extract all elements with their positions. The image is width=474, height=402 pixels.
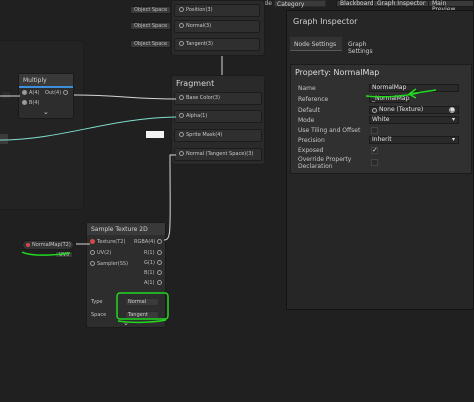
white-swatch[interactable]: [146, 131, 164, 138]
sample-space-dropdown[interactable]: Tangent: [125, 311, 159, 319]
sample-input-texture[interactable]: Texture(T2): [90, 239, 125, 246]
override-declaration-label-2: Declaration: [298, 163, 333, 170]
sample-input-uv[interactable]: UV(2): [90, 250, 111, 257]
port-icon[interactable]: [179, 95, 184, 100]
fragment-title: Fragment: [176, 79, 215, 88]
color-mode-dropdown[interactable]: Category: [274, 0, 326, 8]
port-icon[interactable]: [26, 242, 30, 247]
sample-texture-2d-node[interactable]: Sample Texture 2D Texture(T2) UV(2) Samp…: [86, 222, 166, 328]
reference-label: Reference: [298, 96, 329, 103]
port-icon[interactable]: [90, 250, 95, 255]
node-title: Multiply: [19, 74, 73, 86]
sample-output-rgba[interactable]: RGBA(4): [134, 239, 164, 246]
blackboard-button[interactable]: Blackboard: [336, 0, 378, 7]
name-label: Name: [298, 85, 316, 92]
name-field[interactable]: NormalMap: [369, 84, 459, 92]
inspector-tabbar: Node Settings Graph Settings: [290, 37, 472, 55]
port-icon[interactable]: [156, 260, 162, 265]
node-title: Sample Texture 2D: [87, 223, 165, 235]
mode-label: Mode: [298, 117, 315, 124]
port-icon[interactable]: [156, 270, 162, 275]
default-label: Default: [298, 107, 320, 114]
multiply-input-a[interactable]: A(4): [22, 90, 40, 97]
multiply-node[interactable]: Multiply A(4) B(4) Out(4) ⌄: [18, 73, 74, 119]
tab-node-settings[interactable]: Node Settings: [290, 37, 342, 51]
port-icon[interactable]: [179, 151, 184, 156]
override-declaration-label-1: Override Property: [298, 156, 352, 163]
normalmap-property-node[interactable]: NormalMap(T2): [22, 240, 74, 250]
port-icon[interactable]: [179, 132, 184, 137]
sample-type-dropdown[interactable]: Normal: [125, 298, 159, 306]
fragment-sprite-mask-block[interactable]: Sprite Mask(4): [174, 129, 262, 142]
tiling-offset-checkbox[interactable]: [371, 127, 378, 134]
port-icon[interactable]: [179, 113, 184, 118]
group-frame: [0, 40, 84, 210]
sample-output-g[interactable]: G(1): [144, 260, 164, 267]
exposed-checkbox[interactable]: [371, 146, 378, 154]
sample-type-label: Type: [91, 299, 103, 305]
property-title: Property: NormalMap: [295, 68, 380, 77]
node-category-bar: [19, 86, 73, 88]
port-icon[interactable]: [156, 250, 162, 255]
port-icon[interactable]: [63, 90, 69, 95]
chevron-down-icon: ▾: [451, 116, 455, 123]
multiply-output[interactable]: Out(4): [45, 90, 70, 97]
vertex-position-block[interactable]: Position(3): [174, 4, 260, 17]
override-declaration-checkbox[interactable]: [371, 159, 378, 166]
mode-dropdown[interactable]: White ▾: [369, 116, 459, 124]
port-icon[interactable]: [156, 280, 162, 285]
uv-pill[interactable]: UV0: [55, 251, 74, 258]
sample-space-label: Space: [91, 312, 107, 318]
port-icon[interactable]: [179, 41, 184, 46]
port-icon[interactable]: [90, 239, 95, 244]
wire-multiply-to-base-color: [73, 94, 177, 100]
port-icon[interactable]: [90, 261, 95, 266]
graph-inspector-panel: Graph Inspector Node Settings Graph Sett…: [286, 10, 474, 310]
main-preview-button[interactable]: Main Preview: [428, 0, 474, 13]
vertex-space-pill-3[interactable]: Object Space: [130, 40, 172, 48]
multiply-input-b[interactable]: B(4): [22, 100, 40, 107]
sample-output-r[interactable]: R(1): [144, 250, 164, 257]
port-icon[interactable]: [22, 100, 27, 105]
vertex-space-pill-1[interactable]: Object Space: [130, 6, 172, 14]
inspector-title: Graph Inspector: [293, 17, 358, 26]
texture-icon: [372, 108, 377, 113]
default-texture-field[interactable]: None (Texture) ●: [369, 106, 459, 114]
vertex-space-pill-2[interactable]: Object Space: [130, 22, 172, 30]
exposed-label: Exposed: [298, 147, 324, 154]
sample-output-a[interactable]: A(1): [144, 280, 164, 287]
port-icon[interactable]: [157, 239, 163, 244]
fragment-normal-block[interactable]: Normal (Tangent Space)(3): [174, 148, 262, 161]
tiling-offset-label: Use Tiling and Offset: [298, 127, 361, 134]
sample-output-b[interactable]: B(1): [144, 270, 164, 277]
precision-label: Precision: [298, 137, 325, 144]
port-icon[interactable]: [22, 90, 27, 95]
fragment-alpha-block[interactable]: Alpha(1): [174, 110, 262, 123]
fragment-base-color-block[interactable]: Base Color(3): [174, 92, 262, 105]
precision-dropdown[interactable]: Inherit ▾: [369, 136, 459, 144]
offscreen-node-stub: [0, 134, 8, 144]
offscreen-node-stub: [2, 92, 10, 98]
chevron-down-icon[interactable]: ⌄: [43, 108, 49, 116]
reference-field[interactable]: _NormalMap: [369, 95, 409, 103]
graph-inspector-button[interactable]: Graph Inspector: [373, 0, 430, 7]
port-icon[interactable]: [179, 23, 184, 28]
graph-toolbar: Color Mode Category Blackboard Graph Ins…: [232, 0, 474, 13]
chevron-down-icon: ▾: [451, 136, 455, 143]
property-settings-box: Property: NormalMap Name NormalMap Refer…: [290, 64, 472, 174]
tab-graph-settings[interactable]: Graph Settings: [344, 37, 396, 55]
vertex-tangent-block[interactable]: Tangent(3): [174, 38, 260, 51]
vertex-normal-block[interactable]: Normal(3): [174, 20, 260, 33]
object-picker-icon[interactable]: ●: [449, 107, 455, 113]
graph-canvas[interactable]: Color Mode Category Blackboard Graph Ins…: [0, 0, 474, 402]
sample-input-sampler[interactable]: Sampler(SS): [90, 261, 128, 268]
port-icon[interactable]: [179, 7, 184, 12]
chevron-down-icon[interactable]: ⌄: [123, 319, 129, 327]
